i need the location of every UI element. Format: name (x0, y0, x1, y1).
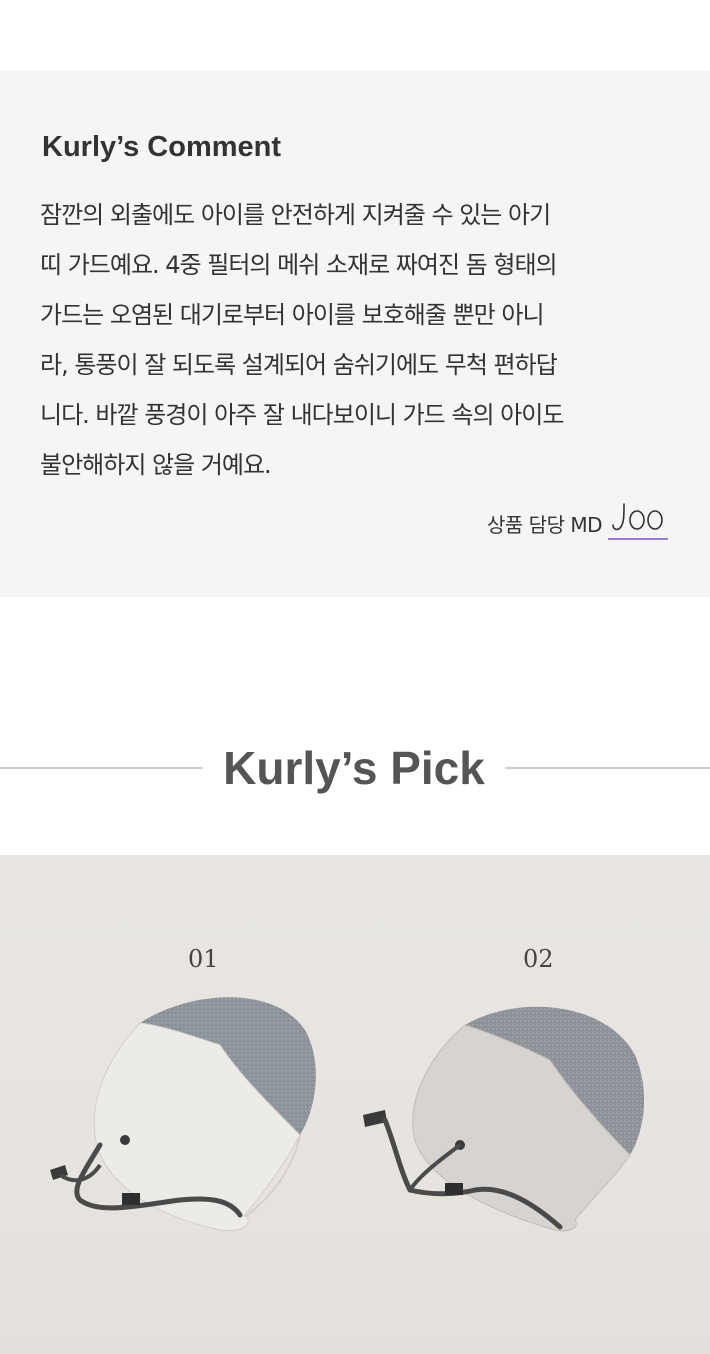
pick-title: Kurly’s Pick (223, 742, 485, 794)
divider-left (0, 767, 203, 769)
comment-title: Kurly’s Comment (42, 131, 282, 163)
guard-01-image (50, 997, 316, 1232)
photo-label-01: 01 (188, 945, 219, 973)
guard-02-image (363, 1006, 645, 1232)
product-photo: 01 02 (0, 855, 710, 1354)
md-label: 상품 담당 MD (487, 513, 602, 537)
comment-body: 잠깐의 외출에도 아이를 안전하게 지켜줄 수 있는 아기 띠 가드예요. 4중… (40, 201, 564, 479)
signature-icon (612, 503, 663, 531)
divider-right (505, 767, 710, 769)
md-signature-block: 상품 담당 MD (487, 500, 668, 540)
pick-header: Kurly’s Pick (0, 730, 710, 806)
photo-label-02: 02 (523, 945, 554, 973)
md-signature (608, 500, 668, 540)
